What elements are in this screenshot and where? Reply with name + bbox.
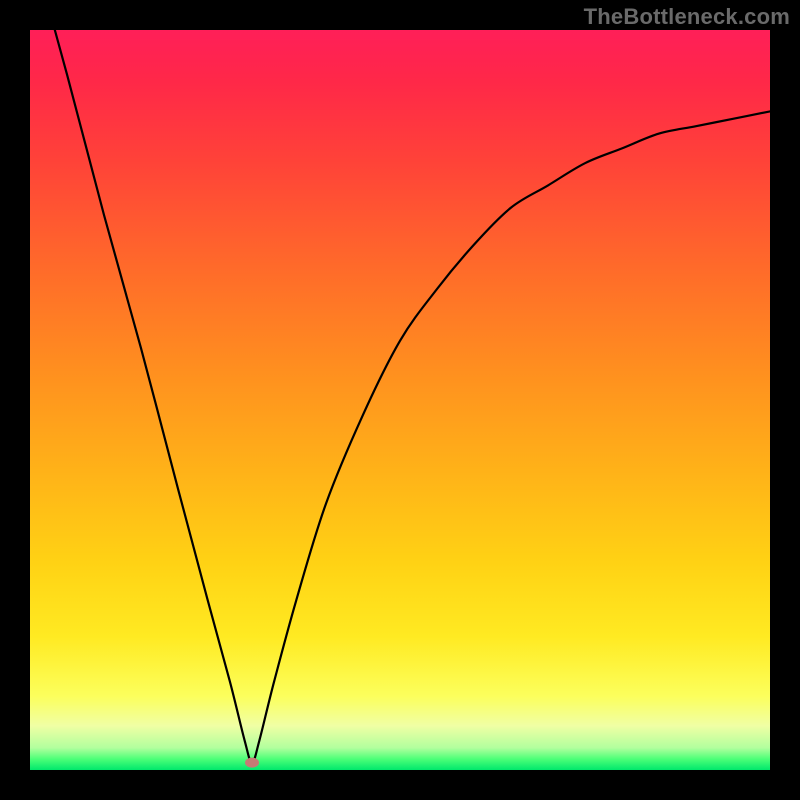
curve-path (30, 30, 770, 763)
watermark-label: TheBottleneck.com (584, 4, 790, 30)
bottleneck-curve (30, 30, 770, 770)
plot-area (30, 30, 770, 770)
chart-frame: TheBottleneck.com (0, 0, 800, 800)
optimum-marker (245, 758, 259, 768)
